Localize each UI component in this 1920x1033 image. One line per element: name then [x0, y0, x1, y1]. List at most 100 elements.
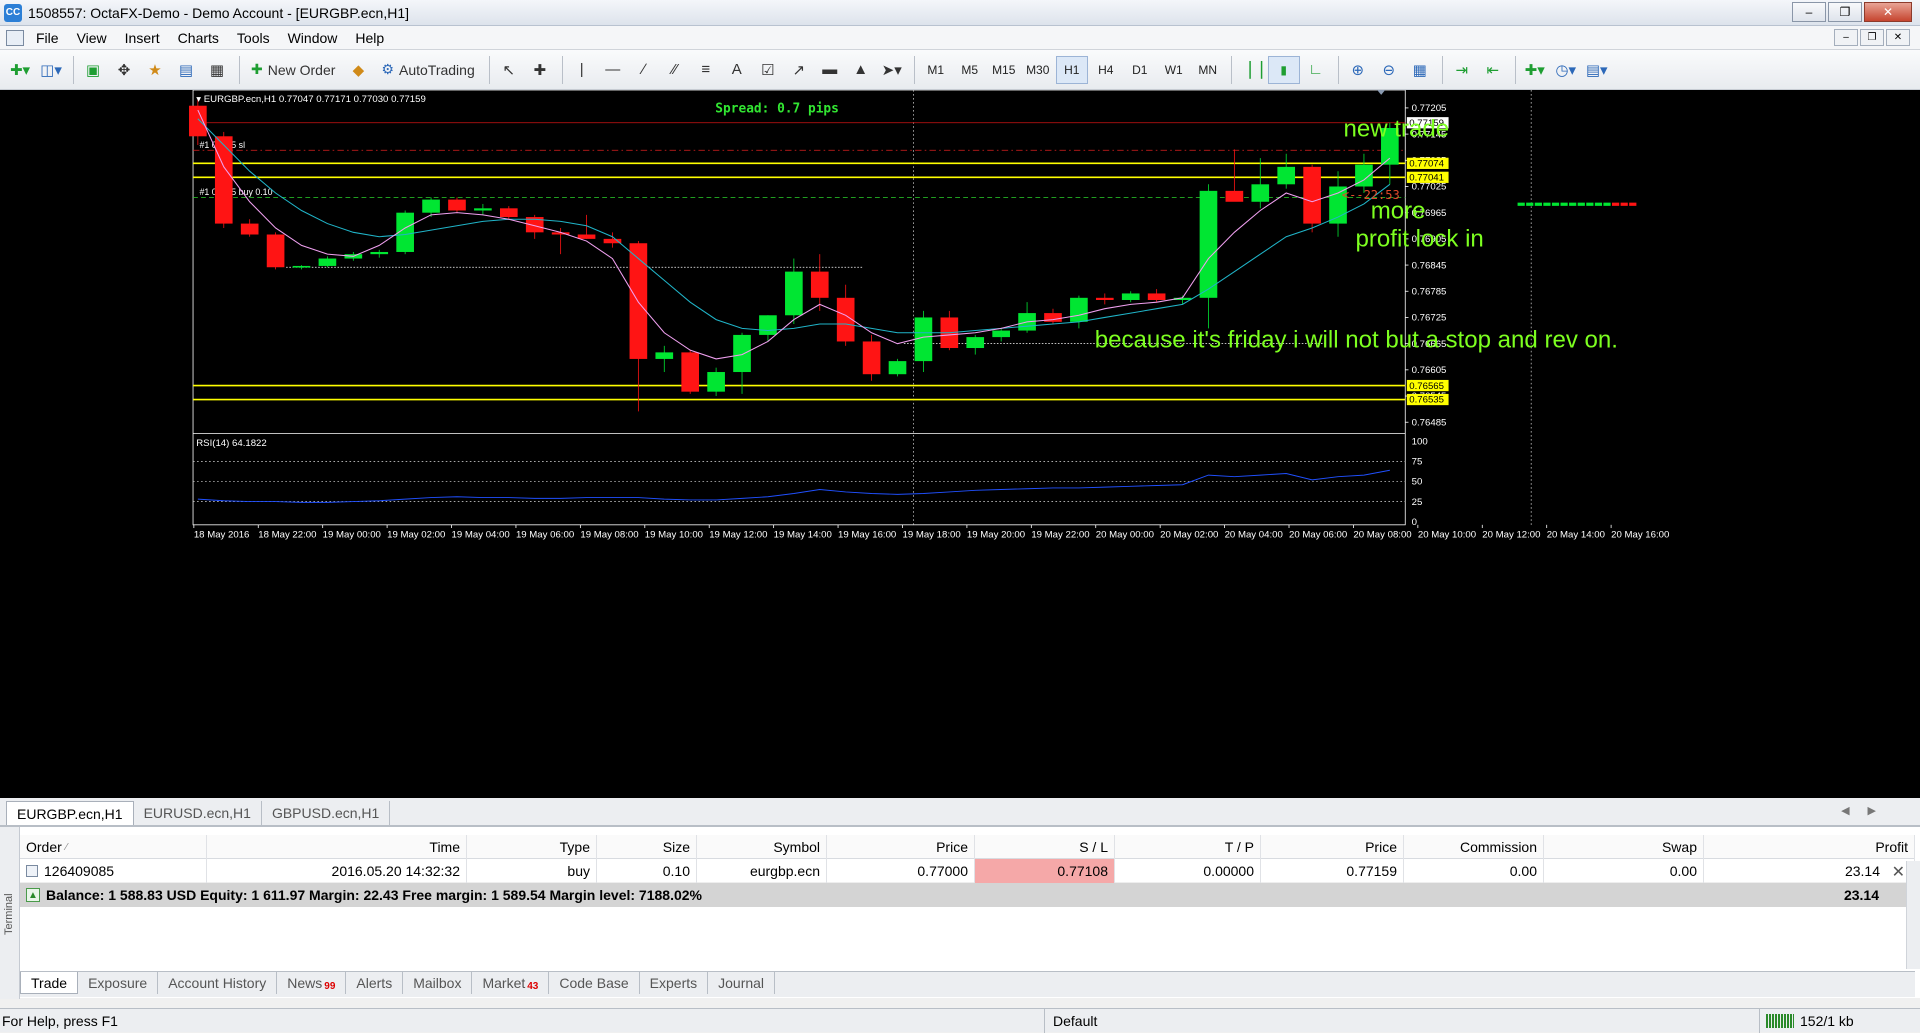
menu-tools[interactable]: Tools — [233, 30, 284, 46]
chart-close-button[interactable]: ✕ — [1886, 29, 1910, 46]
col-sl[interactable]: S / L — [975, 835, 1115, 859]
triangle-icon[interactable]: ▲ — [847, 55, 875, 85]
tab-code-base[interactable]: Code Base — [549, 972, 640, 994]
auto-scroll-icon[interactable]: ⇥ — [1448, 55, 1476, 85]
col-swap[interactable]: Swap — [1544, 835, 1704, 859]
order-take-profit[interactable]: 0.00000 — [1115, 859, 1261, 883]
order-stop-loss[interactable]: 0.77108 — [975, 859, 1115, 883]
order-open-price: 0.77000 — [827, 859, 975, 883]
close-order-icon[interactable]: ✕ — [1892, 862, 1905, 882]
templates-icon[interactable]: ▤▾ — [1583, 55, 1611, 85]
tab-eurgbp[interactable]: EURGBP.ecn,H1 — [6, 801, 134, 825]
zoom-out-icon[interactable]: ⊖ — [1375, 55, 1403, 85]
autotrading-button[interactable]: ⚙ AutoTrading — [375, 55, 480, 85]
arrow-tool-icon[interactable]: ↗ — [785, 55, 813, 85]
chart-window[interactable]: 0.772050.771450.770850.770250.769650.769… — [0, 90, 1920, 798]
timeframe-mn[interactable]: MN — [1192, 56, 1224, 84]
strategy-tester-icon[interactable]: ▦ — [203, 55, 231, 85]
connection-bars-icon — [1766, 1013, 1794, 1028]
tab-mailbox[interactable]: Mailbox — [403, 972, 473, 994]
data-window-icon[interactable]: ✥ — [110, 55, 138, 85]
timeframe-m1[interactable]: M1 — [920, 56, 952, 84]
col-time[interactable]: Time — [207, 835, 467, 859]
col-order[interactable]: Order ⁄ — [20, 835, 207, 859]
timeframe-d1[interactable]: D1 — [1124, 56, 1156, 84]
text-tool-icon[interactable]: A — [723, 55, 751, 85]
crosshair-icon[interactable]: ✚ — [526, 55, 554, 85]
col-commission[interactable]: Commission — [1404, 835, 1544, 859]
tab-journal[interactable]: Journal — [708, 972, 776, 994]
tab-alerts[interactable]: Alerts — [346, 972, 404, 994]
maximize-button[interactable]: ❐ — [1828, 2, 1862, 22]
order-row[interactable]: 126409085 2016.05.20 14:32:32 buy 0.10 e… — [20, 859, 1915, 883]
market-watch-icon[interactable]: ▣ — [79, 55, 107, 85]
status-connection[interactable]: 152/1 kb — [1760, 1013, 1854, 1029]
vertical-line-icon[interactable]: | — [568, 55, 596, 85]
chart-restore-button[interactable]: ❐ — [1860, 29, 1884, 46]
cursor-icon[interactable]: ↖ — [495, 55, 523, 85]
line-chart-icon[interactable]: ∟ — [1302, 55, 1330, 85]
navigator-icon[interactable]: ★ — [141, 55, 169, 85]
level-price-label: 0.76565 — [1409, 381, 1444, 392]
chart-minimize-button[interactable]: – — [1834, 29, 1858, 46]
new-order-button[interactable]: ✚ New Order — [245, 55, 341, 85]
menu-help[interactable]: Help — [351, 30, 398, 46]
candlestick-icon[interactable]: ▮ — [1267, 55, 1300, 84]
text-label-icon[interactable]: ☑ — [754, 55, 782, 85]
rectangle-icon[interactable]: ▬ — [816, 55, 844, 85]
tile-windows-icon[interactable]: ▦ — [1406, 55, 1434, 85]
metaeditor-icon[interactable]: ◆ — [344, 55, 372, 85]
periods-icon[interactable]: ◷▾ — [1552, 55, 1580, 85]
menu-charts[interactable]: Charts — [174, 30, 233, 46]
status-bar: For Help, press F1 Default 152/1 kb — [0, 1008, 1920, 1033]
col-type[interactable]: Type — [467, 835, 597, 859]
timeframe-w1[interactable]: W1 — [1158, 56, 1190, 84]
col-profit[interactable]: Profit — [1704, 835, 1915, 859]
zoom-in-icon[interactable]: ⊕ — [1344, 55, 1372, 85]
timeframe-m5[interactable]: M5 — [954, 56, 986, 84]
timeframe-m15[interactable]: M15 — [988, 56, 1020, 84]
tab-market[interactable]: Market 43 — [472, 972, 550, 994]
close-window-button[interactable]: ✕ — [1864, 2, 1912, 22]
trendline-icon[interactable]: ∕ — [630, 55, 658, 85]
timeframe-m30[interactable]: M30 — [1022, 56, 1054, 84]
tab-account-history[interactable]: Account History — [158, 972, 278, 994]
status-profile[interactable]: Default — [1045, 1008, 1760, 1033]
tab-eurusd[interactable]: EURUSD.ecn,H1 — [134, 801, 262, 825]
fibonacci-icon[interactable]: ≡ — [692, 55, 720, 85]
tab-gbpusd[interactable]: GBPUSD.ecn,H1 — [262, 801, 391, 825]
bar-chart-icon[interactable]: ▕▕ — [1237, 55, 1265, 85]
col-current-price[interactable]: Price — [1261, 835, 1404, 859]
timeframe-h4[interactable]: H4 — [1090, 56, 1122, 84]
bear-candle — [1303, 166, 1321, 224]
tab-experts[interactable]: Experts — [640, 972, 709, 994]
tab-news[interactable]: News 99 — [277, 972, 347, 994]
menu-window[interactable]: Window — [284, 30, 352, 46]
bear-candle — [862, 341, 881, 375]
timeframe-h1[interactable]: H1 — [1055, 55, 1088, 84]
price-chart[interactable]: 0.772050.771450.770850.770250.769650.769… — [0, 90, 1920, 658]
profiles-icon[interactable]: ◫▾ — [37, 55, 65, 85]
indicators-icon[interactable]: ✚▾ — [1521, 55, 1549, 85]
new-chart-icon[interactable]: ✚▾ — [6, 55, 34, 85]
order-current-price: 0.77159 — [1261, 859, 1404, 883]
tab-exposure[interactable]: Exposure — [78, 972, 159, 994]
minimize-button[interactable]: – — [1792, 2, 1826, 22]
col-price[interactable]: Price — [827, 835, 975, 859]
tab-trade[interactable]: Trade — [20, 972, 79, 994]
bear-candle — [1095, 297, 1114, 300]
terminal-icon[interactable]: ▤ — [172, 55, 200, 85]
col-tp[interactable]: T / P — [1115, 835, 1261, 859]
tab-scroll-arrows[interactable]: ◀▶ — [1841, 804, 1894, 817]
chart-shift-icon[interactable]: ⇤ — [1479, 55, 1507, 85]
menu-insert[interactable]: Insert — [121, 30, 174, 46]
horizontal-line-icon[interactable]: — — [599, 55, 627, 85]
equidistant-channel-icon[interactable]: ⁄⁄ — [661, 55, 689, 85]
menu-file[interactable]: File — [32, 30, 73, 46]
col-symbol[interactable]: Symbol — [697, 835, 827, 859]
arrows-menu-icon[interactable]: ➤▾ — [878, 55, 906, 85]
orders-header: Order ⁄ Time Type Size Symbol Price S / … — [20, 835, 1915, 859]
menu-view[interactable]: View — [73, 30, 121, 46]
terminal-scrollbar[interactable] — [1906, 861, 1920, 969]
col-size[interactable]: Size — [597, 835, 697, 859]
